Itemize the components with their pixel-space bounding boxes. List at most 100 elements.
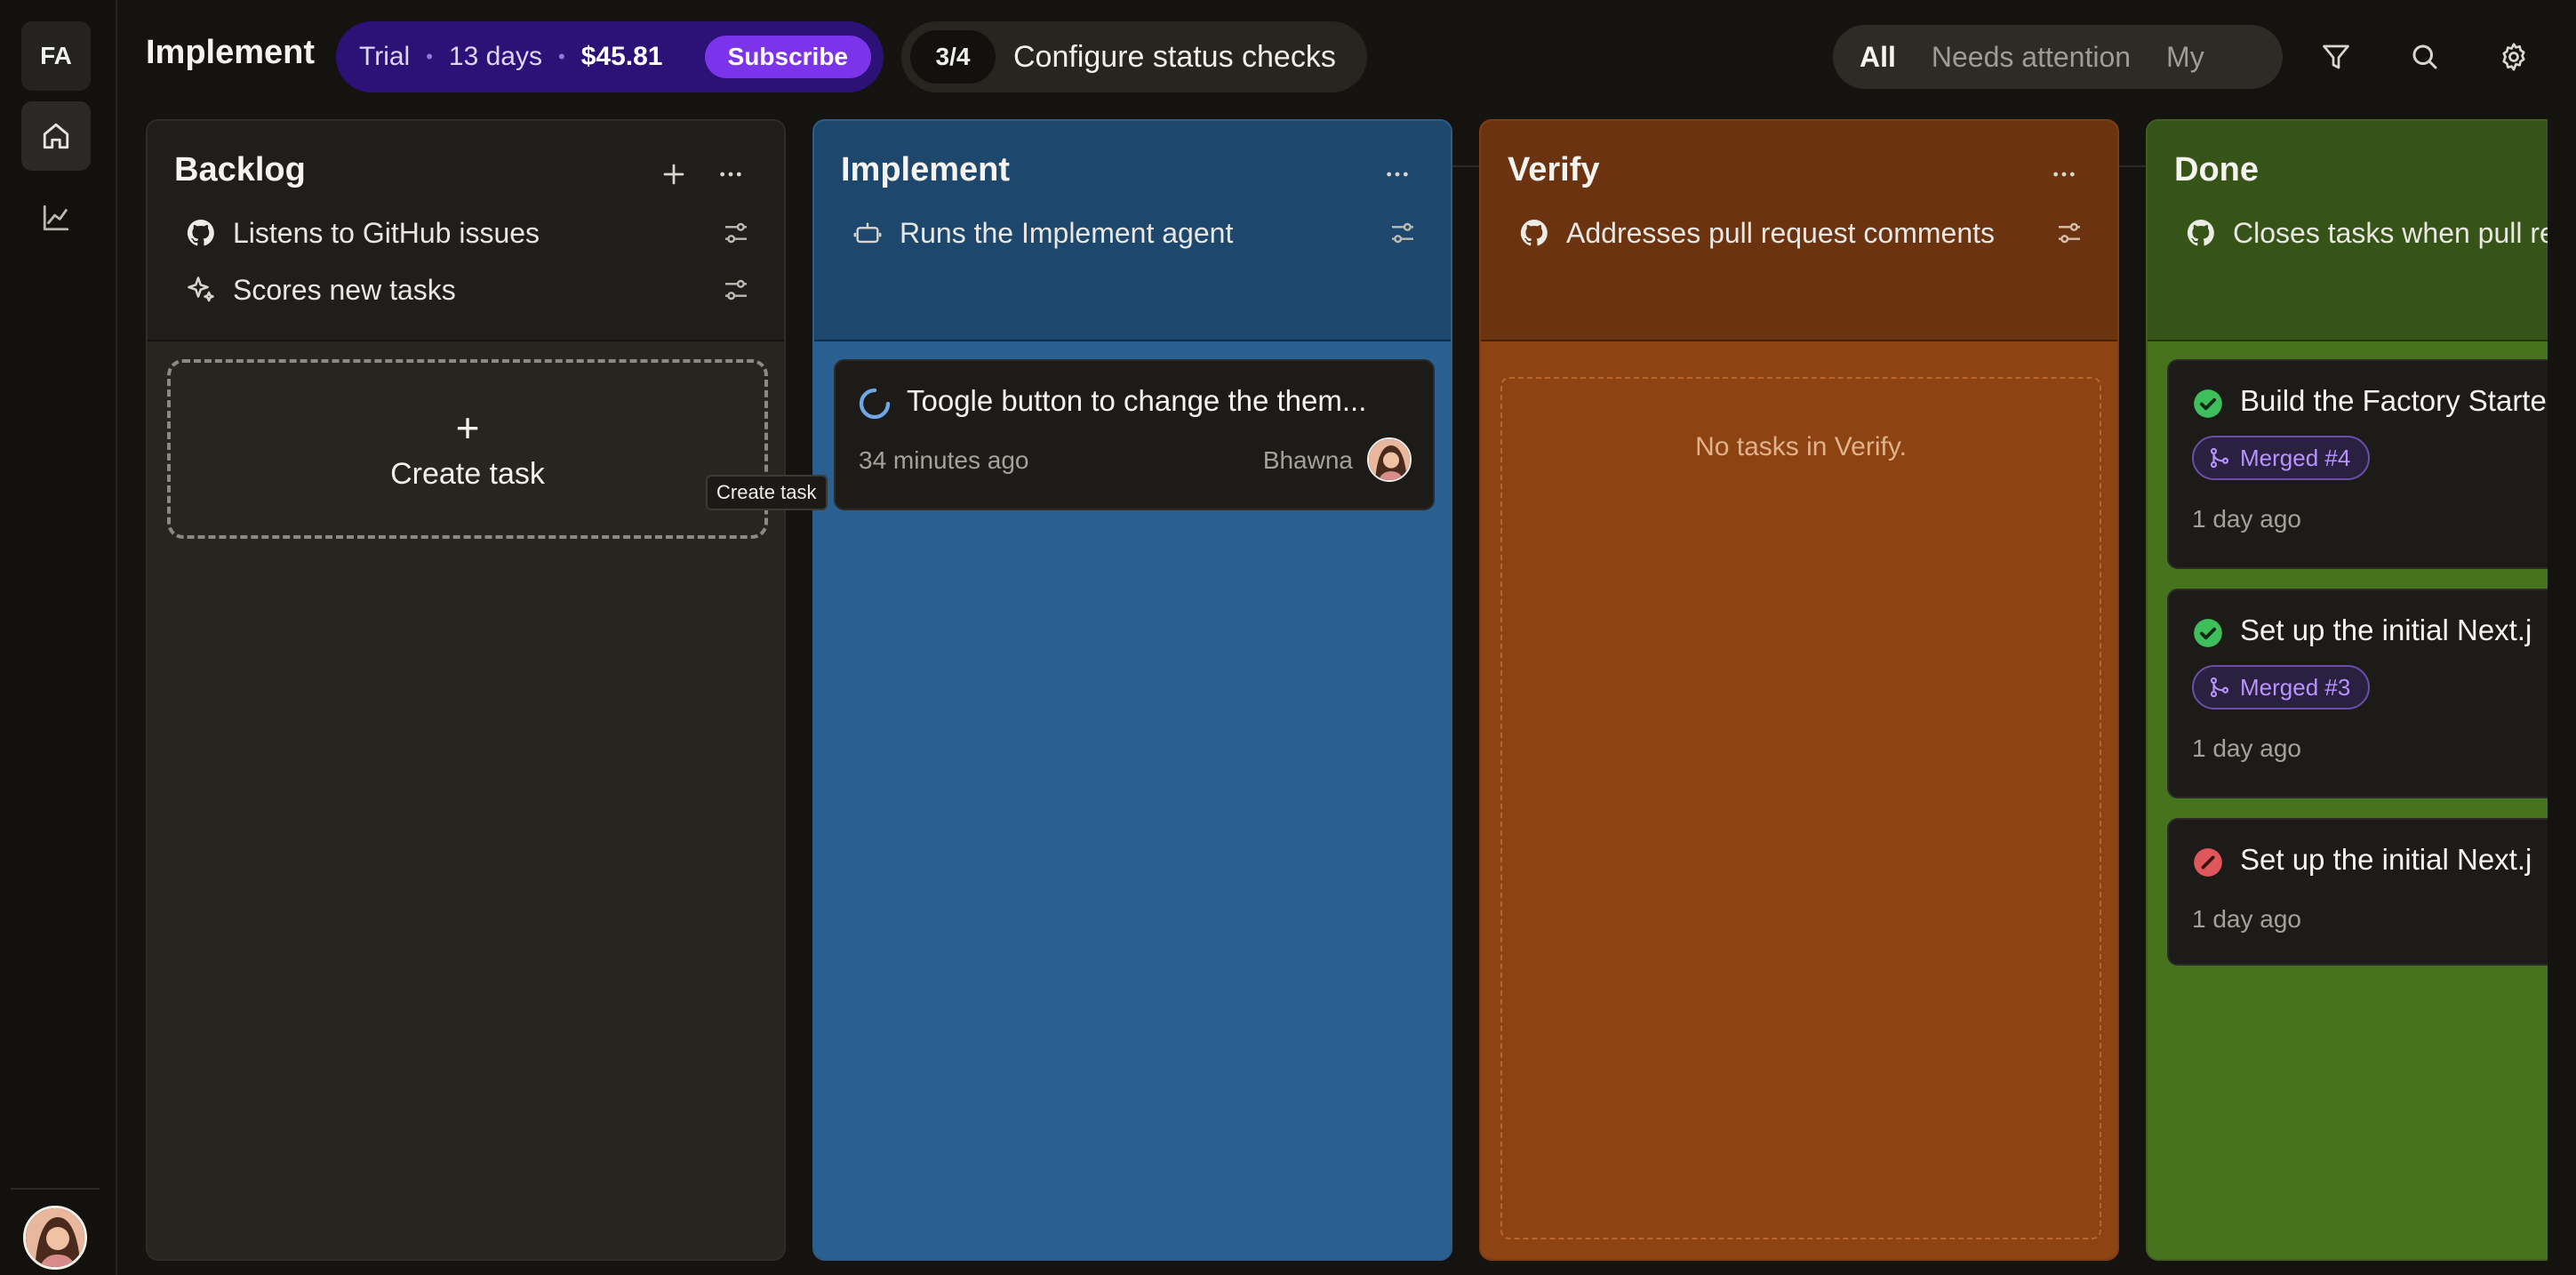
create-task-button[interactable]: + Create task [167,359,768,539]
separator-dot: • [426,45,433,68]
status-checks-label: Configure status checks [1013,39,1336,74]
spinner-icon [857,386,892,421]
separator-dot: • [558,45,565,68]
left-rail: FA [0,0,117,1275]
column-rule[interactable]: Listens to GitHub issues [183,212,752,254]
user-avatar[interactable] [23,1206,87,1270]
merged-badge[interactable]: Merged #4 [2192,436,2371,480]
filter-needs-attention[interactable]: Needs attention [1914,32,2148,82]
plus-icon [663,164,684,185]
column-menu-button[interactable] [2046,156,2082,192]
rail-divider [11,1188,100,1190]
column-rule[interactable]: Scores new tasks [183,269,752,311]
empty-state: No tasks in Verify. [1500,377,2101,1239]
git-merge-icon [2208,676,2231,699]
trial-amount: $45.81 [580,42,663,71]
home-icon [43,123,69,149]
github-icon [2183,215,2219,251]
rule-label: Scores new tasks [233,273,456,306]
assignee-avatar [1367,437,1412,482]
column-header: Done Closes tasks when pull re [2148,121,2576,341]
rule-settings-button[interactable] [2053,217,2085,249]
search-button[interactable] [2404,36,2446,78]
task-title: Set up the initial Next.j [2240,843,2532,876]
sliders-icon [725,222,747,244]
github-icon [183,215,219,251]
workspace-switcher[interactable]: FA [21,21,91,91]
rule-settings-button[interactable] [1387,217,1419,249]
empty-state-label: No tasks in Verify. [1695,432,1907,461]
trial-days: 13 days [448,42,542,71]
sparkles-icon [183,272,219,308]
column-done: Done Closes tasks when pull re Build the… [2146,119,2576,1261]
github-icon [1516,215,1552,251]
rule-label: Closes tasks when pull re [2233,216,2556,249]
column-title: Backlog [174,151,306,188]
trial-label: Trial [359,42,411,71]
more-horizontal-icon [720,172,741,177]
create-task-tooltip: Create task [706,475,828,510]
column-title: Verify [1508,151,1600,188]
check-circle-icon [2190,615,2226,651]
search-icon [2412,44,2437,69]
home-button[interactable] [21,101,91,171]
column-header: Backlog Listens to GitHub issues Scores … [148,121,784,341]
status-checks-button[interactable]: 3/4 Configure status checks [901,21,1367,92]
funnel-icon [2323,44,2349,69]
task-time: 34 minutes ago [859,446,1029,474]
robot-icon [850,215,885,251]
status-checks-count: 3/4 [910,30,996,84]
filter-button[interactable] [2315,36,2357,78]
column-implement: Implement Runs the Implement agent Toogl… [812,119,1452,1261]
column-rule[interactable]: Runs the Implement agent [850,212,1419,254]
header-divider [1452,165,1479,167]
board-edge [2548,119,2576,1261]
column-title: Implement [841,151,1011,188]
create-task-label: Create task [390,456,545,491]
column-verify: Verify Addresses pull request comments N… [1479,119,2119,1261]
column-menu-button[interactable] [1380,156,1415,192]
task-time: 1 day ago [2192,905,2301,933]
rule-settings-button[interactable] [720,217,752,249]
rule-label: Addresses pull request comments [1566,216,1995,249]
column-menu-button[interactable] [713,156,748,192]
filter-my[interactable]: My [2148,32,2222,82]
merged-badge[interactable]: Merged #3 [2192,665,2371,710]
column-backlog: Backlog Listens to GitHub issues Scores … [146,119,786,1261]
header-divider [2119,165,2146,167]
cancelled-circle-icon [2190,845,2226,880]
rule-label: Runs the Implement agent [900,216,1234,249]
plus-icon: + [455,404,480,451]
merged-label: Merged #3 [2240,673,2351,701]
column-header: Verify Addresses pull request comments [1481,121,2117,341]
task-title: Set up the initial Next.j [2240,613,2532,646]
column-rule[interactable]: Addresses pull request comments [1516,212,2085,254]
page-title: Implement [146,34,316,71]
task-time: 1 day ago [2192,734,2301,762]
column-rule[interactable]: Closes tasks when pull re [2183,212,2576,254]
add-task-button[interactable] [656,156,692,192]
filter-all[interactable]: All [1842,32,1914,82]
merged-label: Merged #4 [2240,444,2351,471]
task-time: 1 day ago [2192,505,2301,533]
more-horizontal-icon [2053,172,2075,177]
task-card[interactable]: Toogle button to change the them... 34 m… [834,359,1435,510]
subscribe-button[interactable]: Subscribe [704,36,871,78]
more-horizontal-icon [1387,172,1408,177]
check-circle-icon [2190,386,2226,421]
column-header: Implement Runs the Implement agent [814,121,1451,341]
task-card[interactable]: Build the Factory Starte Merged #4 1 day… [2167,359,2576,569]
rule-label: Listens to GitHub issues [233,216,540,249]
task-card[interactable]: Set up the initial Next.j Merged #3 1 da… [2167,589,2576,798]
trial-banner: Trial • 13 days • $45.81 Subscribe [336,21,884,92]
git-merge-icon [2208,446,2231,469]
gear-icon [2502,43,2525,71]
task-assignee: Bhawna [1262,446,1353,474]
rule-settings-button[interactable] [720,274,752,306]
task-card[interactable]: Set up the initial Next.j 1 day ago [2167,818,2576,966]
task-title: Build the Factory Starte [2240,384,2547,417]
task-title: Toogle button to change the them... [907,384,1367,417]
settings-button[interactable] [2492,36,2535,78]
chart-icon [43,204,69,231]
analytics-button[interactable] [21,183,91,253]
